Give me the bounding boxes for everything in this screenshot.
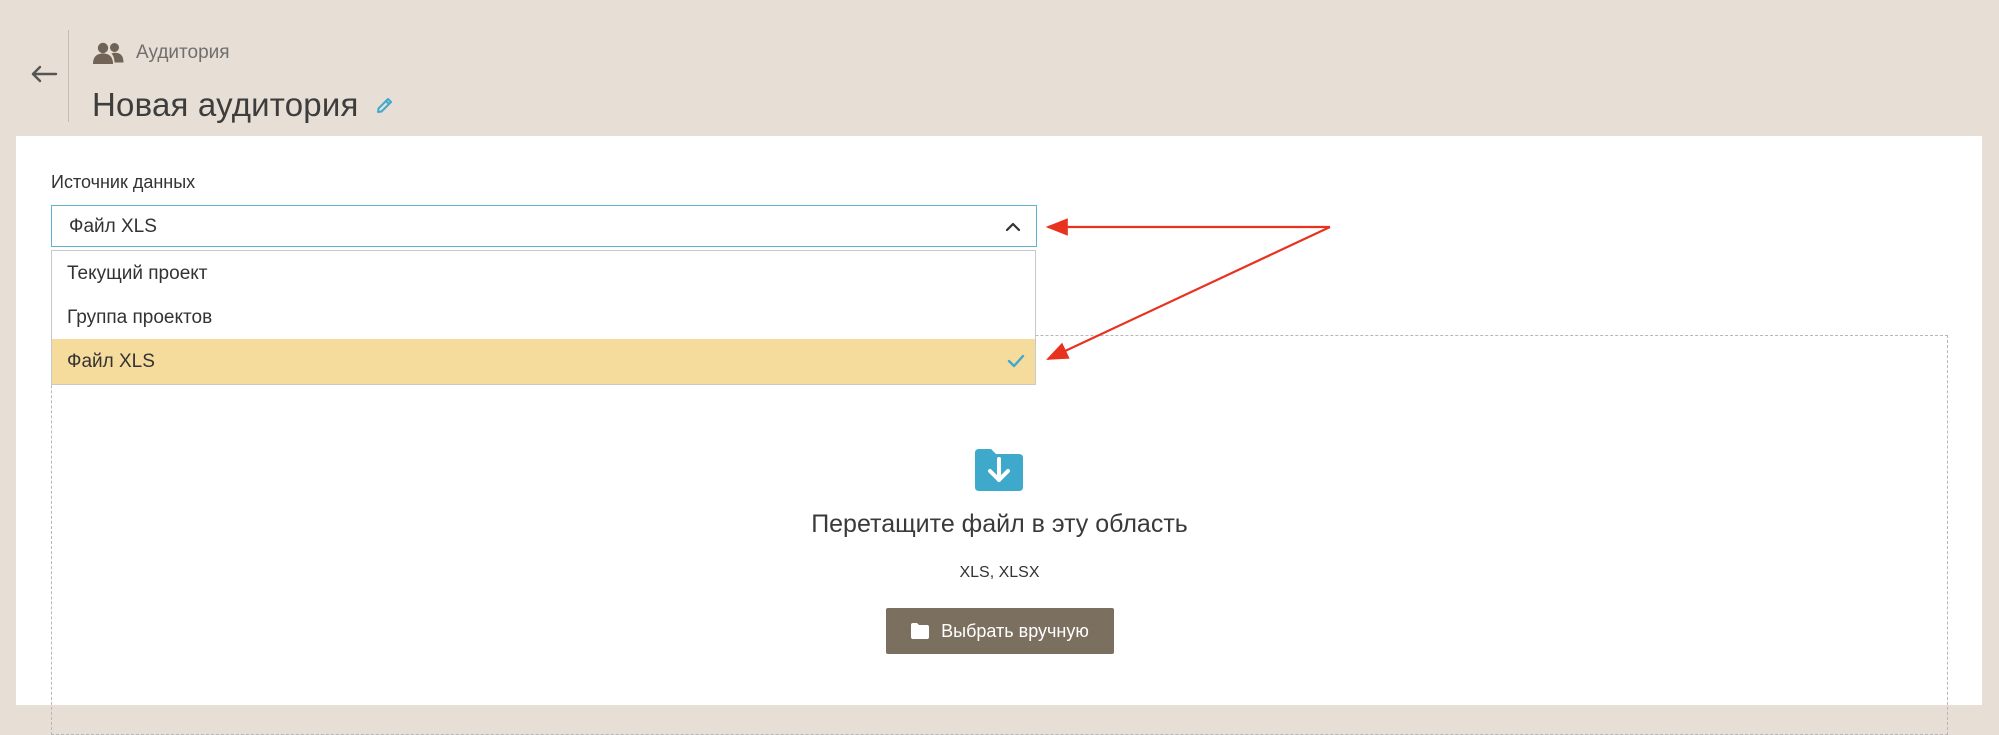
chevron-up-icon <box>1005 222 1021 232</box>
page-title: Новая аудитория <box>92 86 359 123</box>
folder-icon <box>911 623 930 639</box>
header-divider <box>68 30 69 122</box>
dropdown-option-current-project[interactable]: Текущий проект <box>52 251 1035 296</box>
pencil-icon[interactable] <box>375 95 395 115</box>
option-label: Текущий проект <box>67 263 208 284</box>
users-icon <box>93 42 124 64</box>
data-source-dropdown: Текущий проект Группа проектов Файл XLS <box>51 250 1036 385</box>
dropdown-option-project-group[interactable]: Группа проектов <box>52 295 1035 340</box>
back-button[interactable] <box>28 58 60 90</box>
option-label: Файл XLS <box>67 351 155 372</box>
check-icon <box>1007 354 1025 368</box>
dropzone-formats: XLS, XLSX <box>959 564 1040 581</box>
data-source-label: Источник данных <box>51 172 196 192</box>
dropzone-title: Перетащите файл в эту область <box>811 510 1188 538</box>
title-row: Новая аудитория <box>92 80 395 130</box>
choose-file-label: Выбрать вручную <box>941 620 1089 641</box>
arrow-left-icon <box>31 65 58 83</box>
breadcrumb[interactable]: Аудитория <box>92 38 230 68</box>
folder-download-icon <box>975 449 1023 491</box>
breadcrumb-label: Аудитория <box>136 42 230 63</box>
select-value: Файл XLS <box>69 216 157 237</box>
dropdown-option-xls-file[interactable]: Файл XLS <box>52 339 1035 384</box>
option-label: Группа проектов <box>67 307 213 328</box>
data-source-select[interactable]: Файл XLS <box>51 205 1037 247</box>
choose-file-button[interactable]: Выбрать вручную <box>886 608 1114 654</box>
